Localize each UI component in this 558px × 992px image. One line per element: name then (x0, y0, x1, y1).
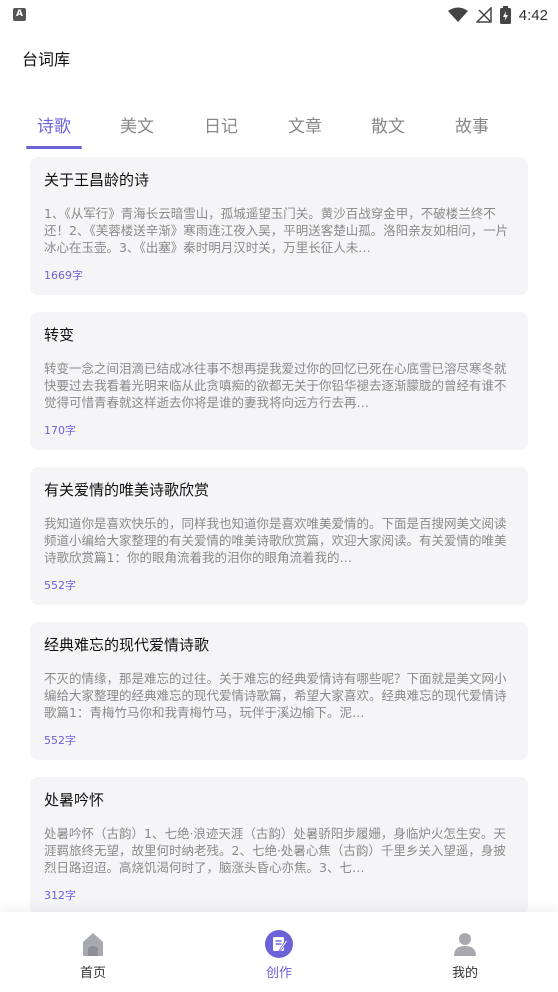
tab-poetry[interactable]: 诗歌 (12, 112, 96, 137)
article-title: 关于王昌龄的诗 (44, 171, 150, 189)
nav-profile[interactable]: 我的 (425, 930, 505, 981)
tab-active-indicator (26, 146, 82, 149)
status-time: 4:42 (518, 6, 548, 24)
bottom-navigation: 首页 创作 我的 (0, 912, 558, 992)
article-title: 经典难忘的现代爱情诗歌 (44, 636, 210, 654)
profile-icon (454, 933, 476, 956)
article-title: 处暑吟怀 (44, 791, 105, 809)
tab-article[interactable]: 文章 (263, 112, 347, 137)
article-excerpt: 转变一念之间泪滴已结成冰往事不想再提我爱过你的回忆已死在心底雪已溶尽寒冬就快要过… (44, 361, 507, 410)
signal-icon (475, 7, 492, 23)
status-icons: 4:42 (447, 4, 548, 26)
article-card[interactable]: 关于王昌龄的诗 1、《从军行》青海长云暗雪山，孤城遥望玉门关。黄沙百战穿金甲，不… (30, 157, 528, 295)
tab-essay[interactable]: 散文 (346, 112, 430, 137)
status-bar: A 4:42 (0, 0, 558, 30)
article-card[interactable]: 经典难忘的现代爱情诗歌 不灭的情缘，那是难忘的过往。关于难忘的经典爱情诗有哪些呢… (30, 622, 528, 760)
nav-profile-label: 我的 (451, 966, 478, 981)
tab-diary[interactable]: 日记 (179, 112, 263, 137)
article-title: 转变 (44, 326, 75, 344)
article-excerpt: 1、《从军行》青海长云暗雪山，孤城遥望玉门关。黄沙百战穿金甲，不破楼兰终不还！2… (44, 206, 509, 255)
article-card[interactable]: 有关爱情的唯美诗歌欣赏 我知道你是喜欢快乐的，同样我也知道你是喜欢唯美爱情的。下… (30, 467, 528, 605)
article-excerpt: 处暑吟怀（古韵）1、七绝·浪迹天涯（古韵）处暑骄阳步履姗，身临炉火怎生安。天涯羁… (44, 826, 506, 875)
article-card[interactable]: 转变 转变一念之间泪滴已结成冰往事不想再提我爱过你的回忆已死在心底雪已溶尽寒冬就… (30, 312, 528, 450)
wifi-icon (447, 7, 468, 22)
article-excerpt: 我知道你是喜欢快乐的，同样我也知道你是喜欢唯美爱情的。下面是百搜网美文阅读频道小… (44, 516, 507, 565)
article-word-count: 552字 (44, 579, 76, 592)
nav-create-label: 创作 (265, 966, 292, 981)
app-notification-icon: A (13, 8, 26, 21)
nav-home-label: 首页 (79, 966, 106, 981)
article-word-count: 1669字 (44, 269, 83, 282)
article-card[interactable]: 处暑吟怀 处暑吟怀（古韵）1、七绝·浪迹天涯（古韵）处暑骄阳步履姗，身临炉火怎生… (30, 777, 528, 915)
edit-icon (265, 930, 293, 958)
category-tabs: 诗歌 美文 日记 文章 散文 故事 (0, 100, 558, 150)
home-icon (83, 933, 103, 956)
battery-icon (499, 6, 511, 24)
nav-create[interactable]: 创作 (239, 930, 319, 981)
page-title: 台词库 (22, 50, 71, 69)
article-word-count: 552字 (44, 734, 76, 747)
article-word-count: 312字 (44, 889, 76, 902)
article-title: 有关爱情的唯美诗歌欣赏 (44, 481, 210, 499)
article-word-count: 170字 (44, 424, 76, 437)
article-excerpt: 不灭的情缘，那是难忘的过往。关于难忘的经典爱情诗有哪些呢？下面就是美文网小编给大… (44, 671, 507, 720)
nav-home[interactable]: 首页 (53, 930, 133, 981)
tab-story[interactable]: 故事 (430, 112, 514, 137)
tab-prose[interactable]: 美文 (95, 112, 179, 137)
